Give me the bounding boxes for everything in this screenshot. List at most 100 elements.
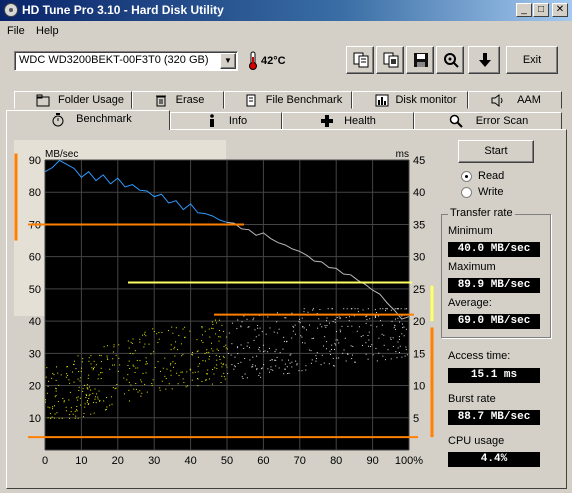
access-time-point <box>230 354 232 356</box>
access-time-point <box>352 345 354 347</box>
access-time-point <box>126 379 128 381</box>
access-time-point <box>234 356 236 358</box>
tab-health[interactable]: Health <box>282 112 414 130</box>
access-time-point <box>79 397 81 399</box>
access-time-point <box>350 345 352 347</box>
access-time-point <box>63 400 65 402</box>
chevron-down-icon[interactable]: ▼ <box>220 53 236 69</box>
access-time-point <box>183 382 185 384</box>
access-time-point <box>316 352 318 354</box>
access-time-point <box>217 350 219 352</box>
access-time-point <box>219 358 221 360</box>
access-time-point <box>65 376 67 378</box>
maximum-value: 89.9 MB/sec <box>448 278 540 293</box>
access-time-point <box>88 386 90 388</box>
tab-folder-usage[interactable]: Folder Usage <box>14 91 132 109</box>
menu-help[interactable]: Help <box>36 25 59 37</box>
access-time-point <box>284 363 286 365</box>
tab-aam[interactable]: AAM <box>468 91 562 109</box>
access-time-point <box>87 377 89 379</box>
tab-error-scan[interactable]: Error Scan <box>414 112 562 130</box>
minimum-value: 40.0 MB/sec <box>448 242 540 257</box>
access-time-point <box>251 366 253 368</box>
y-right-label: ms <box>396 149 409 160</box>
start-button[interactable]: Start <box>458 140 534 163</box>
write-radio[interactable] <box>461 187 472 198</box>
access-time-point <box>223 357 225 359</box>
copy-text-button[interactable] <box>346 46 374 74</box>
access-time-point <box>76 406 78 408</box>
drive-select[interactable]: WDC WD3200BEKT-00F3T0 (320 GB) ▼ <box>14 51 238 71</box>
access-time-point <box>68 379 70 381</box>
access-time-point <box>142 372 144 374</box>
access-time-value: 15.1 ms <box>448 368 540 383</box>
access-time-point <box>391 320 393 322</box>
access-time-point <box>225 344 227 346</box>
access-time-point <box>405 348 407 350</box>
access-time-point <box>246 318 248 320</box>
access-time-point <box>347 325 349 327</box>
access-time-point <box>204 330 206 332</box>
tab-disk-monitor[interactable]: Disk monitor <box>352 91 468 109</box>
access-time-point <box>398 336 400 338</box>
menu-file[interactable]: File <box>7 25 25 37</box>
access-time-point <box>143 346 145 348</box>
access-time-point <box>165 378 167 380</box>
access-time-point <box>240 361 242 363</box>
access-time-point <box>269 327 271 329</box>
access-time-point <box>82 388 84 390</box>
access-time-point <box>170 374 172 376</box>
tab-benchmark[interactable]: Benchmark <box>6 110 170 130</box>
exit-button[interactable]: Exit <box>506 46 558 74</box>
access-time-point <box>78 386 80 388</box>
access-time-point <box>281 359 283 361</box>
tab-file-benchmark[interactable]: File Benchmark <box>224 91 352 109</box>
burst-rate-label: Burst rate <box>448 393 496 405</box>
access-time-point <box>300 335 302 337</box>
access-time-point <box>146 391 148 393</box>
access-time-point <box>111 403 113 405</box>
access-time-point <box>94 388 96 390</box>
access-time-point <box>132 364 134 366</box>
access-time-point <box>47 386 49 388</box>
tab-info[interactable]: Info <box>170 112 282 130</box>
access-time-point <box>274 351 276 353</box>
access-time-point <box>189 330 191 332</box>
access-time-point <box>92 367 94 369</box>
access-time-point <box>209 355 211 357</box>
access-time-point <box>159 387 161 389</box>
tab-erase[interactable]: Erase <box>132 91 224 109</box>
access-time-point <box>150 353 152 355</box>
save-button[interactable] <box>406 46 434 74</box>
access-time-point <box>55 379 57 381</box>
access-time-point <box>83 416 85 418</box>
copy-screenshot-button[interactable] <box>376 46 404 74</box>
read-radio[interactable] <box>461 171 472 182</box>
access-time-point <box>75 415 77 417</box>
y-axis-left: 908070605040302010 <box>29 155 41 425</box>
access-time-point <box>69 391 71 393</box>
access-time-point <box>343 308 345 310</box>
minimize-button[interactable]: _ <box>516 3 532 17</box>
access-time-point <box>97 398 99 400</box>
close-button[interactable]: ✕ <box>552 3 568 17</box>
access-time-point <box>329 350 331 352</box>
access-time-point <box>117 370 119 372</box>
access-time-point <box>269 371 271 373</box>
options-button[interactable] <box>436 46 464 74</box>
access-time-point <box>325 326 327 328</box>
arrow-down-icon <box>479 53 491 67</box>
maximize-button[interactable]: □ <box>533 3 549 17</box>
access-time-point <box>211 383 213 385</box>
access-time-point <box>164 375 166 377</box>
access-time-point <box>301 370 303 372</box>
access-time-point <box>254 329 256 331</box>
access-time-point <box>267 316 269 318</box>
down-arrow-button[interactable] <box>468 46 500 74</box>
access-time-point <box>331 344 333 346</box>
access-time-point <box>289 354 291 356</box>
access-time-point <box>255 336 257 338</box>
access-time-point <box>54 396 56 398</box>
access-time-point <box>397 347 399 349</box>
access-time-point <box>88 395 90 397</box>
